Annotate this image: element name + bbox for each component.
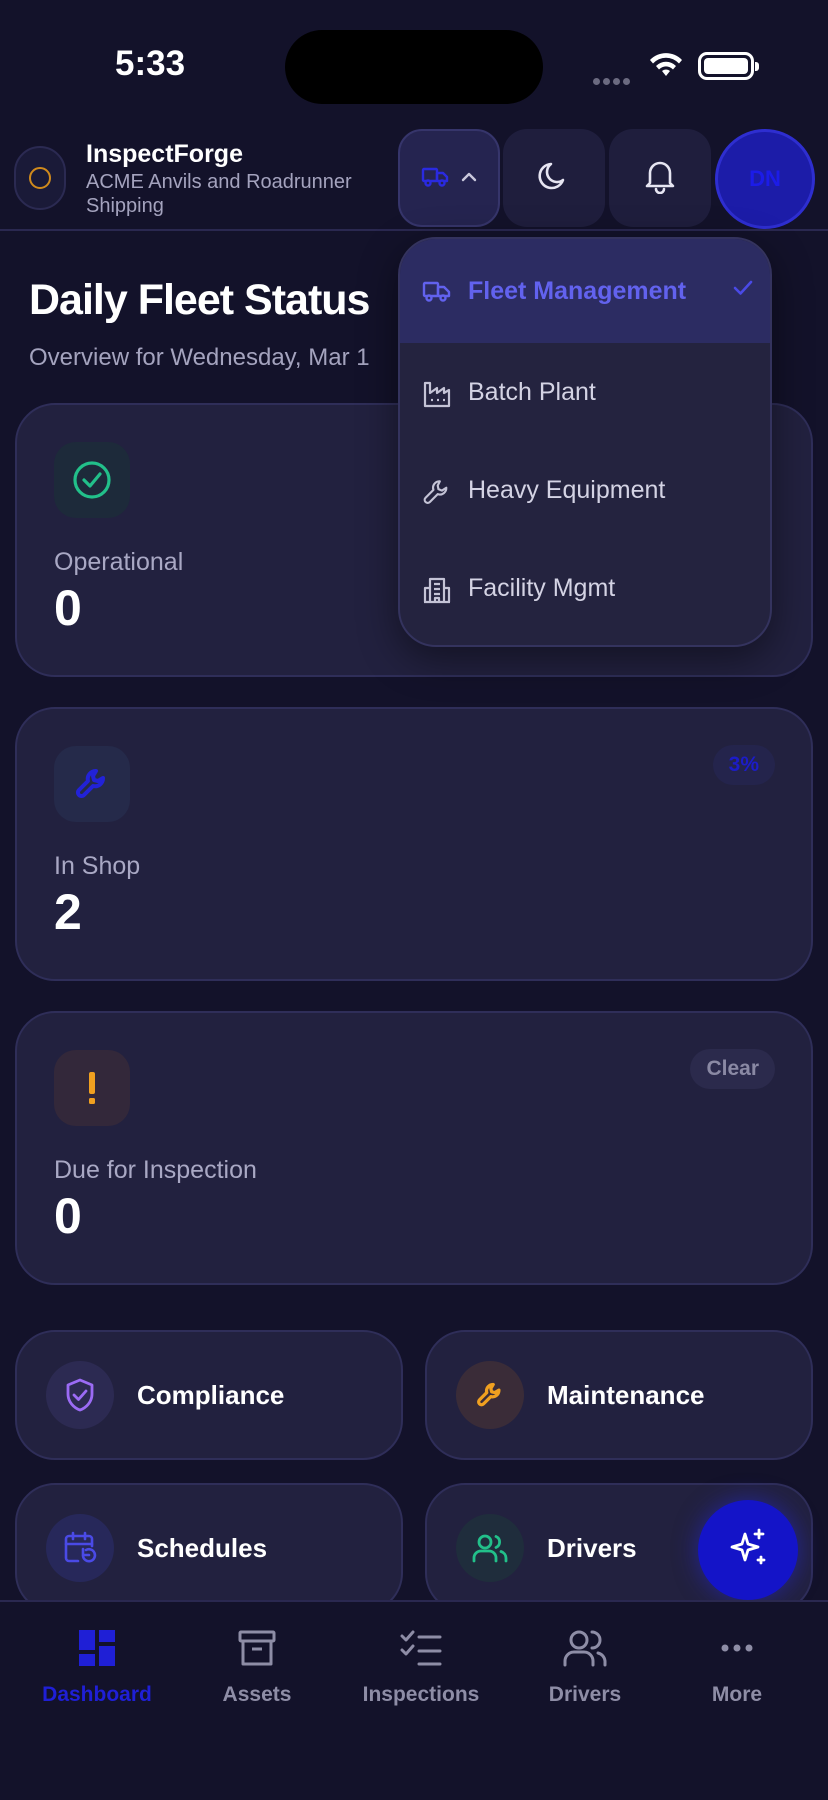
notifications-button[interactable] xyxy=(609,129,711,227)
header-divider xyxy=(0,229,828,231)
nav-label: Inspections xyxy=(362,1683,480,1706)
stat-value: 0 xyxy=(54,580,82,636)
module-dropdown-menu: Fleet Management Batch Plant Heavy Equip… xyxy=(398,237,772,647)
nav-label: Dashboard xyxy=(42,1683,152,1706)
nav-label: More xyxy=(711,1683,763,1706)
calendar-refresh-icon xyxy=(46,1514,114,1582)
truck-icon xyxy=(421,164,451,193)
menu-item-label: Fleet Management xyxy=(468,276,687,305)
chevron-up-icon xyxy=(461,169,477,187)
check-circle-icon xyxy=(54,442,130,518)
battery-icon xyxy=(698,52,759,80)
moon-icon xyxy=(537,159,571,198)
nav-more[interactable]: More xyxy=(662,1628,812,1707)
shield-check-icon xyxy=(46,1361,114,1429)
menu-item-fleet-management[interactable]: Fleet Management xyxy=(400,239,770,343)
nav-assets[interactable]: Assets xyxy=(182,1628,332,1707)
maintenance-tile[interactable]: Maintenance xyxy=(425,1330,813,1460)
app-logo xyxy=(14,146,66,210)
module-switcher-button[interactable] xyxy=(398,129,500,227)
stat-label: In Shop xyxy=(54,852,141,880)
compliance-tile[interactable]: Compliance xyxy=(15,1330,403,1460)
wifi-icon xyxy=(648,50,684,83)
nav-label: Drivers xyxy=(548,1683,622,1706)
org-name: ACME Anvils and Roadrunner Shipping xyxy=(86,171,352,217)
stat-badge: Clear xyxy=(690,1049,775,1089)
signal-icon xyxy=(593,72,635,85)
bell-icon xyxy=(644,158,676,199)
menu-item-label: Batch Plant xyxy=(468,377,596,406)
menu-item-label: Facility Mgmt xyxy=(468,573,616,602)
factory-icon xyxy=(422,379,452,409)
nav-inspections[interactable]: Inspections xyxy=(346,1628,496,1707)
tile-label: Compliance xyxy=(137,1379,285,1410)
more-icon xyxy=(717,1628,757,1673)
menu-item-facility-mgmt[interactable]: Facility Mgmt xyxy=(400,539,770,637)
stat-label: Operational xyxy=(54,548,184,576)
sparkles-icon xyxy=(725,1525,771,1576)
dynamic-island xyxy=(285,30,543,104)
user-avatar[interactable]: DN xyxy=(715,129,815,229)
tile-label: Schedules xyxy=(137,1532,268,1563)
menu-item-heavy-equipment[interactable]: Heavy Equipment xyxy=(400,441,770,539)
wrench-icon xyxy=(422,477,452,507)
schedules-tile[interactable]: Schedules xyxy=(15,1483,403,1613)
page-subtitle: Overview for Wednesday, Mar 1 xyxy=(29,344,370,371)
tile-label: Maintenance xyxy=(547,1379,705,1410)
menu-item-label: Heavy Equipment xyxy=(468,475,666,504)
bottom-navigation: Dashboard Assets Inspections Drivers Mor… xyxy=(0,1600,828,1800)
app-name: InspectForge xyxy=(86,140,243,168)
stat-value: 2 xyxy=(54,884,82,940)
building-icon xyxy=(422,575,452,605)
menu-item-batch-plant[interactable]: Batch Plant xyxy=(400,343,770,441)
wrench-icon xyxy=(456,1361,524,1429)
stat-value: 0 xyxy=(54,1188,82,1244)
stat-card-in-shop[interactable]: 3% In Shop 2 xyxy=(15,707,813,981)
stat-label: Due for Inspection xyxy=(54,1156,257,1184)
archive-icon xyxy=(237,1628,277,1673)
checkmark-icon xyxy=(732,279,754,302)
nav-dashboard[interactable]: Dashboard xyxy=(22,1628,172,1707)
exclamation-icon xyxy=(54,1050,130,1126)
ai-assistant-button[interactable] xyxy=(698,1500,798,1600)
stat-badge: 3% xyxy=(712,745,775,785)
dashboard-icon xyxy=(77,1628,117,1673)
stat-card-due-inspection[interactable]: Clear Due for Inspection 0 xyxy=(15,1011,813,1285)
users-icon xyxy=(562,1628,608,1673)
tile-label: Drivers xyxy=(547,1532,637,1563)
checklist-icon xyxy=(399,1628,443,1673)
wrench-icon xyxy=(54,746,130,822)
nav-drivers[interactable]: Drivers xyxy=(510,1628,660,1707)
truck-icon xyxy=(422,277,452,307)
page-title: Daily Fleet Status xyxy=(29,276,370,324)
users-icon xyxy=(456,1514,524,1582)
status-time: 5:33 xyxy=(115,44,186,83)
theme-toggle-button[interactable] xyxy=(503,129,605,227)
nav-label: Assets xyxy=(222,1683,292,1706)
